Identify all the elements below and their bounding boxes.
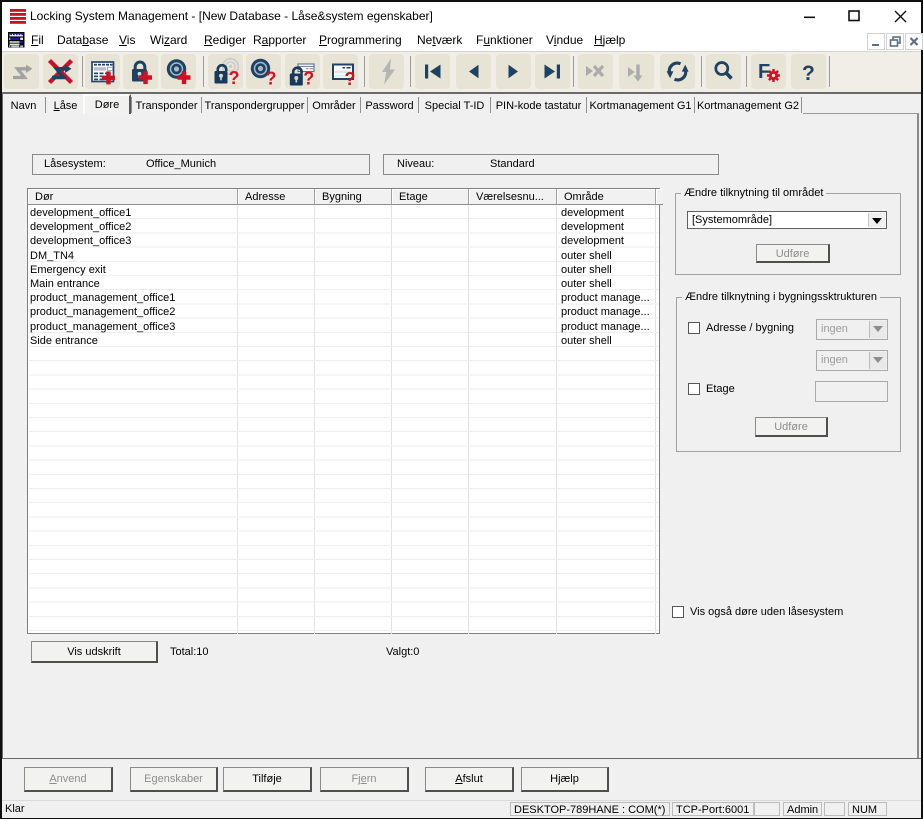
svg-text:?: ? — [229, 68, 240, 88]
svg-text:?: ? — [802, 62, 815, 85]
svg-text:?: ? — [303, 69, 314, 89]
svg-text:?: ? — [345, 69, 356, 89]
svg-text:?: ? — [266, 69, 277, 89]
